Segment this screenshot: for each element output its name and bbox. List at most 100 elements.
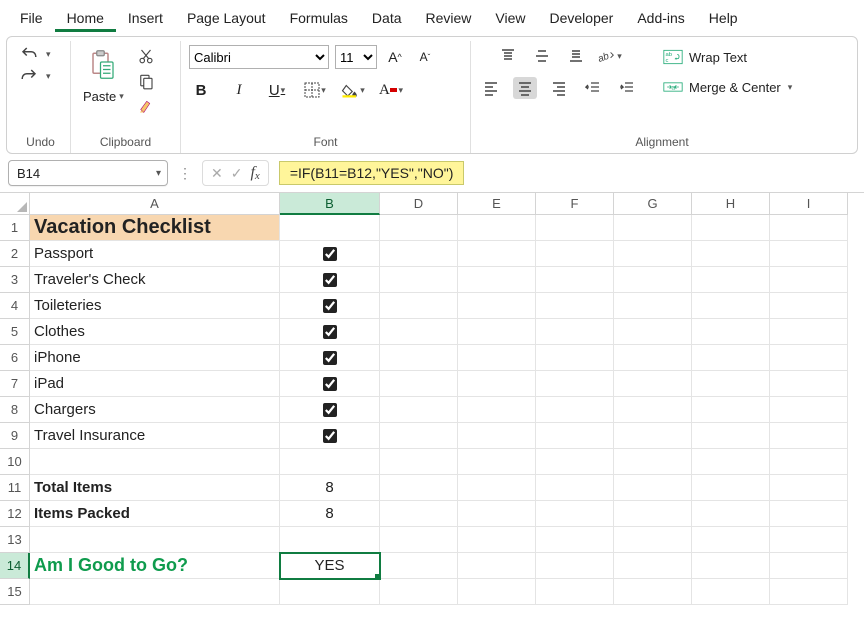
menu-add-ins[interactable]: Add-ins	[625, 4, 696, 32]
cell[interactable]	[770, 397, 848, 423]
cell[interactable]: Am I Good to Go?	[30, 553, 280, 579]
column-header-I[interactable]: I	[770, 193, 848, 215]
bold-button[interactable]: B	[189, 79, 213, 101]
menu-data[interactable]: Data	[360, 4, 414, 32]
row-header[interactable]: 2	[0, 241, 30, 267]
cell[interactable]	[614, 241, 692, 267]
cell[interactable]	[536, 215, 614, 241]
column-header-H[interactable]: H	[692, 193, 770, 215]
cell[interactable]	[614, 527, 692, 553]
cell[interactable]	[770, 215, 848, 241]
cell[interactable]	[30, 449, 280, 475]
cell[interactable]: iPhone	[30, 345, 280, 371]
cell[interactable]	[614, 319, 692, 345]
checkbox[interactable]	[323, 299, 337, 313]
checkbox[interactable]	[323, 247, 337, 261]
cell[interactable]	[380, 215, 458, 241]
cell[interactable]	[280, 527, 380, 553]
row-header[interactable]: 8	[0, 397, 30, 423]
fill-color-button[interactable]: ▾	[341, 79, 365, 101]
row-header[interactable]: 4	[0, 293, 30, 319]
cell[interactable]	[280, 267, 380, 293]
increase-indent-button[interactable]	[615, 77, 639, 99]
cell[interactable]	[280, 293, 380, 319]
cell[interactable]	[770, 371, 848, 397]
cell[interactable]	[614, 501, 692, 527]
chevron-down-icon[interactable]: ▾	[46, 49, 51, 60]
cell[interactable]	[380, 293, 458, 319]
cell[interactable]	[692, 579, 770, 605]
cell[interactable]	[692, 501, 770, 527]
menu-insert[interactable]: Insert	[116, 4, 175, 32]
cell[interactable]	[614, 345, 692, 371]
cell[interactable]	[380, 553, 458, 579]
cell[interactable]	[770, 241, 848, 267]
cell[interactable]	[692, 553, 770, 579]
align-left-button[interactable]	[479, 77, 503, 99]
cell[interactable]	[458, 527, 536, 553]
cell[interactable]	[614, 475, 692, 501]
cell[interactable]	[692, 475, 770, 501]
checkbox[interactable]	[323, 429, 337, 443]
cell[interactable]	[380, 397, 458, 423]
font-name-select[interactable]: Calibri	[189, 45, 329, 69]
cell[interactable]	[380, 319, 458, 345]
cell[interactable]	[770, 553, 848, 579]
paste-button[interactable]: Paste ▾	[79, 45, 128, 106]
cell[interactable]	[770, 475, 848, 501]
align-top-button[interactable]	[496, 45, 520, 67]
menu-review[interactable]: Review	[414, 4, 484, 32]
menu-help[interactable]: Help	[697, 4, 750, 32]
cell[interactable]	[458, 397, 536, 423]
cell[interactable]	[536, 501, 614, 527]
cell[interactable]: YES	[280, 553, 380, 579]
cell[interactable]	[692, 319, 770, 345]
cell[interactable]	[692, 371, 770, 397]
align-right-button[interactable]	[547, 77, 571, 99]
underline-button[interactable]: U▾	[265, 79, 289, 101]
menu-formulas[interactable]: Formulas	[278, 4, 360, 32]
cell[interactable]	[536, 527, 614, 553]
wrap-text-button[interactable]: abc Wrap Text	[657, 47, 753, 67]
cell[interactable]	[614, 371, 692, 397]
cell[interactable]	[380, 475, 458, 501]
cell[interactable]	[692, 397, 770, 423]
cell[interactable]	[280, 345, 380, 371]
cell[interactable]	[536, 293, 614, 319]
row-header[interactable]: 7	[0, 371, 30, 397]
italic-button[interactable]: I	[227, 79, 251, 101]
cell[interactable]: Toileteries	[30, 293, 280, 319]
redo-icon[interactable]	[19, 67, 39, 85]
column-header-A[interactable]: A	[30, 193, 280, 215]
cell[interactable]: Vacation Checklist	[30, 215, 280, 241]
increase-font-button[interactable]: A^	[383, 46, 407, 68]
cell[interactable]: Items Packed	[30, 501, 280, 527]
cell[interactable]: Total Items	[30, 475, 280, 501]
cell[interactable]	[380, 371, 458, 397]
cell[interactable]	[458, 215, 536, 241]
cell[interactable]	[458, 449, 536, 475]
cell[interactable]	[536, 319, 614, 345]
cell[interactable]	[692, 293, 770, 319]
cell[interactable]	[692, 267, 770, 293]
row-header[interactable]: 13	[0, 527, 30, 553]
formula-bar[interactable]: =IF(B11=B12,"YES","NO")	[279, 161, 465, 185]
cell[interactable]: Passport	[30, 241, 280, 267]
cell[interactable]	[692, 423, 770, 449]
cell[interactable]	[614, 267, 692, 293]
orientation-button[interactable]: ab▾	[598, 45, 622, 67]
cell[interactable]	[30, 527, 280, 553]
cell[interactable]	[536, 553, 614, 579]
chevron-down-icon[interactable]: ▾	[46, 71, 51, 82]
cell[interactable]	[692, 527, 770, 553]
column-header-D[interactable]: D	[380, 193, 458, 215]
cell[interactable]	[280, 397, 380, 423]
row-header[interactable]: 14	[0, 553, 30, 579]
row-header[interactable]: 11	[0, 475, 30, 501]
cell[interactable]: Travel Insurance	[30, 423, 280, 449]
cell[interactable]	[770, 423, 848, 449]
borders-button[interactable]: ▾	[303, 79, 327, 101]
cell[interactable]: Clothes	[30, 319, 280, 345]
name-box[interactable]: B14 ▾	[8, 160, 168, 186]
checkbox[interactable]	[323, 377, 337, 391]
